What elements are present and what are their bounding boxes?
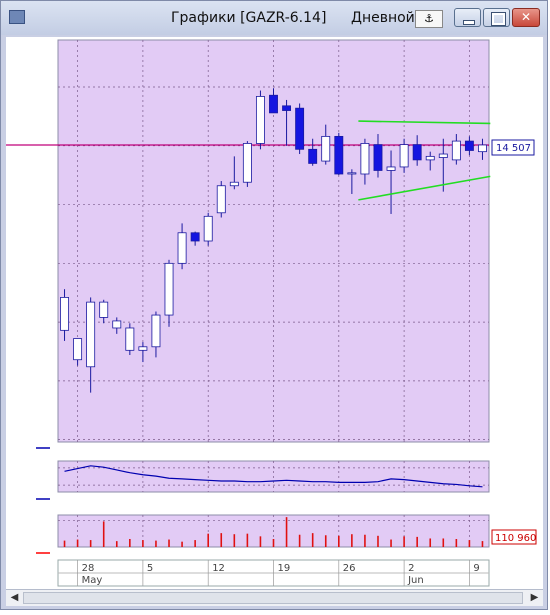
candle-body[interactable]	[255, 96, 265, 144]
price-tick-right: 12 000	[495, 436, 530, 447]
candle-body[interactable]	[138, 346, 148, 351]
scroll-thumb[interactable]	[23, 592, 523, 604]
candle-body[interactable]	[269, 94, 278, 114]
price-tick-right: 13 500	[495, 259, 530, 270]
candle-body[interactable]	[99, 301, 109, 318]
day-label: 2	[408, 563, 414, 574]
candle-body[interactable]	[308, 148, 318, 164]
candle-body[interactable]	[295, 107, 305, 150]
candle-body[interactable]	[164, 262, 174, 316]
price-tick-right: 14 000	[495, 201, 530, 212]
current-price-label: 14 507	[496, 143, 531, 154]
candle-body[interactable]	[190, 232, 200, 242]
candle-body[interactable]	[203, 215, 213, 242]
price-tick-right: 15 000	[495, 83, 530, 94]
chart-area[interactable]: 15 00015 00014 50014 50014 00014 00013 5…	[6, 37, 543, 589]
day-label: 9	[473, 563, 479, 574]
atr-tick-left: 400	[34, 481, 53, 492]
scroll-left-icon[interactable]: ◀	[6, 590, 23, 606]
close-button[interactable]: ✕	[512, 8, 540, 27]
candle-body[interactable]	[177, 232, 187, 264]
day-label: 5	[147, 563, 153, 574]
candle-body[interactable]	[321, 135, 331, 162]
price-legend: GAZR-6.14 [Price]	[62, 444, 151, 455]
candle-body[interactable]	[412, 144, 422, 161]
candle-body[interactable]	[60, 297, 69, 331]
day-label: 28	[82, 563, 95, 574]
month-label: Jun	[407, 575, 424, 586]
minimize-button[interactable]	[454, 8, 481, 27]
price-tick-right: 12 500	[495, 377, 530, 388]
volume-legend: GAZR-6.14 [Volume]	[62, 549, 164, 560]
candle-body[interactable]	[334, 135, 344, 175]
volume-tick-left: 500 000	[8, 516, 49, 527]
candle-body[interactable]	[282, 105, 292, 111]
current-volume-label: 110 960	[495, 533, 536, 544]
close-icon: ✕	[520, 10, 532, 24]
candle-body[interactable]	[425, 155, 435, 161]
title-bar[interactable]: Графики [GAZR-6.14] Дневной ⚓ ✕	[1, 1, 547, 35]
volume-tick-right: 500 000	[495, 516, 536, 527]
day-label: 19	[278, 563, 291, 574]
candle-body[interactable]	[386, 166, 396, 171]
candle-body[interactable]	[125, 327, 135, 351]
window-title: Графики [GAZR-6.14]	[171, 10, 327, 26]
price-tick-left: 14 000	[20, 201, 55, 212]
minimize-icon	[463, 20, 475, 25]
chart-window: Графики [GAZR-6.14] Дневной ⚓ ✕ 15 000 15…	[0, 0, 548, 610]
candle-body[interactable]	[347, 172, 357, 175]
day-label: 12	[212, 563, 225, 574]
price-tick-left: 14 500	[20, 142, 55, 153]
price-tick-left: 13 500	[20, 259, 55, 270]
candle-body[interactable]	[373, 144, 383, 171]
candle-body[interactable]	[242, 143, 252, 183]
candle-body[interactable]	[451, 140, 461, 161]
price-tick-left: 13 000	[20, 318, 55, 329]
period-label[interactable]: Дневной	[351, 10, 415, 26]
chart-svg[interactable]: 15 00015 00014 50014 50014 00014 00013 5…	[6, 37, 543, 589]
atr-legend: GAZR-6.14 [ATR]	[62, 495, 146, 506]
candle-body[interactable]	[151, 314, 161, 348]
price-tick-left: 12 000	[20, 436, 55, 447]
price-tick-left: 15 000	[20, 83, 55, 94]
day-label: 26	[343, 563, 356, 574]
app-icon[interactable]	[9, 10, 25, 24]
candle-body[interactable]	[438, 153, 448, 158]
candle-body[interactable]	[86, 301, 96, 368]
atr-tick-left: 450	[34, 464, 53, 475]
month-label: May	[82, 575, 103, 586]
candle-body[interactable]	[112, 320, 122, 329]
maximize-button[interactable]	[483, 8, 510, 27]
candle-body[interactable]	[360, 143, 370, 175]
candle-body[interactable]	[216, 185, 226, 214]
maximize-icon	[491, 12, 506, 26]
candle-body[interactable]	[464, 140, 474, 151]
anchor-icon[interactable]: ⚓	[415, 10, 443, 28]
price-tick-right: 13 000	[495, 318, 530, 329]
horizontal-scrollbar[interactable]: ◀ ▶	[6, 589, 543, 606]
atr-tick-right: 450	[495, 464, 514, 475]
scroll-right-icon[interactable]: ▶	[526, 590, 543, 606]
candle-body[interactable]	[478, 144, 487, 153]
candle-body[interactable]	[229, 181, 239, 187]
atr-tick-right: 400	[495, 481, 514, 492]
candle-body[interactable]	[399, 144, 409, 168]
candle-body[interactable]	[73, 338, 83, 361]
price-tick-left: 12 500	[20, 377, 55, 388]
